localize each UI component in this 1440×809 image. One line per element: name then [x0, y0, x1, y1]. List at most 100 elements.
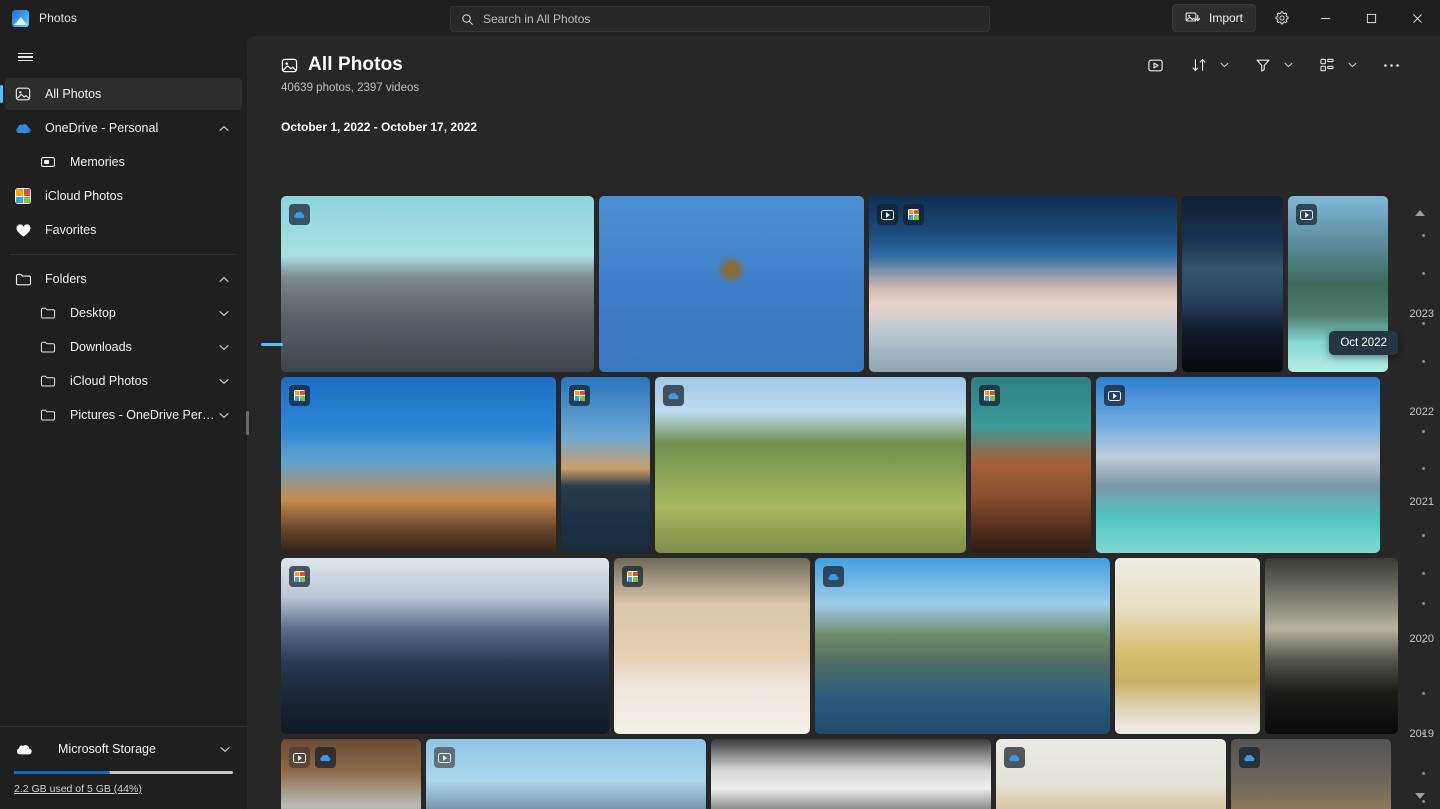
- sidebar-item-onedrive[interactable]: OneDrive - Personal: [5, 112, 242, 144]
- chevron-up-icon[interactable]: [216, 276, 232, 283]
- timeline-year-label[interactable]: 2019: [1400, 728, 1434, 740]
- chevron-up-icon[interactable]: [216, 125, 232, 132]
- filter-button[interactable]: [1248, 50, 1278, 80]
- photo-tile[interactable]: [869, 196, 1177, 372]
- timeline-thumb[interactable]: [261, 343, 283, 346]
- settings-button[interactable]: [1262, 0, 1302, 36]
- chevron-down-icon[interactable]: [216, 310, 232, 317]
- photo-tile[interactable]: [711, 739, 991, 809]
- photo-tile[interactable]: [614, 558, 810, 734]
- photo-thumbnail: [1182, 196, 1283, 372]
- photo-tile[interactable]: [1096, 377, 1380, 553]
- photo-tile[interactable]: [426, 739, 706, 809]
- all-photos-icon: [13, 84, 33, 104]
- timeline-year-label[interactable]: 2022: [1400, 406, 1434, 418]
- storage-header[interactable]: Microsoft Storage: [14, 739, 233, 759]
- photo-tile[interactable]: [1182, 196, 1283, 372]
- sort-arrows-icon: [1191, 57, 1207, 73]
- timeline-scrollbar[interactable]: 202320222021202020192018: [1400, 72, 1440, 809]
- photo-row: [281, 558, 1400, 734]
- onedrive-sync-badge-icon: [315, 747, 336, 768]
- sidebar-item-favorites[interactable]: Favorites: [5, 214, 242, 246]
- sort-button[interactable]: [1184, 50, 1214, 80]
- folder-icon: [38, 303, 58, 323]
- import-photos-icon: [1185, 10, 1201, 26]
- folder-icon: [38, 337, 58, 357]
- minimize-icon: [1320, 13, 1331, 24]
- close-button[interactable]: [1394, 0, 1440, 36]
- timeline-year-label[interactable]: 2023: [1400, 308, 1434, 320]
- slideshow-icon: [1147, 57, 1164, 74]
- sidebar-item-all-photos[interactable]: All Photos: [5, 78, 242, 110]
- sidebar-item-icloud-photos[interactable]: iCloud Photos: [5, 180, 242, 212]
- minimize-button[interactable]: [1302, 0, 1348, 36]
- slideshow-button[interactable]: [1140, 50, 1170, 80]
- sidebar-item-label: Favorites: [45, 223, 232, 237]
- photo-tile[interactable]: [561, 377, 650, 553]
- chevron-down-icon[interactable]: [216, 412, 232, 419]
- onedrive-sync-badge-icon: [663, 385, 684, 406]
- chevron-down-icon[interactable]: [216, 378, 232, 385]
- sidebar-item-folder-icloud-photos[interactable]: iCloud Photos: [5, 365, 242, 397]
- photo-thumbnail: [1096, 377, 1380, 553]
- view-chevron-down-icon[interactable]: [1342, 50, 1362, 80]
- import-button[interactable]: Import: [1172, 4, 1256, 32]
- photo-badges: [823, 566, 844, 587]
- timeline-tick-dot: [1422, 640, 1425, 643]
- photo-tile[interactable]: [281, 558, 609, 734]
- photo-tile[interactable]: [655, 377, 966, 553]
- view-layout-control: [1312, 50, 1362, 80]
- sidebar-item-pictures-onedrive[interactable]: Pictures - OneDrive Personal: [5, 399, 242, 431]
- view-layout-button[interactable]: [1312, 50, 1342, 80]
- photo-tile[interactable]: [281, 739, 421, 809]
- photos-logo-icon: [12, 10, 29, 27]
- search-input[interactable]: [483, 12, 979, 26]
- search-box[interactable]: [450, 6, 990, 32]
- page-title: All Photos: [308, 54, 403, 76]
- timeline-tick-dot: [1422, 534, 1425, 537]
- timeline-year-label[interactable]: 2020: [1400, 633, 1434, 645]
- photo-badges: [663, 385, 684, 406]
- chevron-down-icon[interactable]: [217, 746, 233, 753]
- sidebar-item-label: iCloud Photos: [70, 374, 216, 388]
- video-badge-icon: [1104, 385, 1125, 406]
- sort-chevron-down-icon[interactable]: [1214, 50, 1234, 80]
- photo-tile[interactable]: [1231, 739, 1391, 809]
- timeline-scroll-down-button[interactable]: [1400, 787, 1440, 805]
- timeline-year-label[interactable]: 2021: [1400, 496, 1434, 508]
- photo-badges: [979, 385, 1000, 406]
- timeline-scroll-up-button[interactable]: [1400, 204, 1440, 222]
- filter-control: [1248, 50, 1298, 80]
- video-badge-icon: [1296, 204, 1317, 225]
- photo-thumbnail: [599, 196, 864, 372]
- photo-tile[interactable]: [281, 377, 556, 553]
- photos-app-window: Photos Import: [0, 0, 1440, 809]
- sidebar-item-label: iCloud Photos: [45, 189, 232, 203]
- timeline-tick-dot: [1422, 800, 1425, 803]
- timeline-tick-dot: [1422, 572, 1425, 575]
- sidebar-item-folders[interactable]: Folders: [5, 263, 242, 295]
- sidebar-nav: All Photos OneDrive - Personal: [0, 78, 247, 726]
- photo-tile[interactable]: [971, 377, 1091, 553]
- chevron-down-icon[interactable]: [216, 344, 232, 351]
- import-button-label: Import: [1209, 11, 1243, 25]
- photo-tile[interactable]: [281, 196, 594, 372]
- photo-thumbnail: [281, 558, 609, 734]
- storage-usage-text[interactable]: 2.2 GB used of 5 GB (44%): [14, 783, 233, 795]
- timeline-tick-dot: [1422, 692, 1425, 695]
- hamburger-menu-icon[interactable]: [8, 41, 42, 73]
- photo-tile[interactable]: [599, 196, 864, 372]
- sidebar-item-desktop[interactable]: Desktop: [5, 297, 242, 329]
- photo-tile[interactable]: [1265, 558, 1398, 734]
- sidebar-item-downloads[interactable]: Downloads: [5, 331, 242, 363]
- chevron-up-icon: [1415, 210, 1425, 216]
- photo-tile[interactable]: [815, 558, 1110, 734]
- photo-tile[interactable]: [1115, 558, 1260, 734]
- sidebar-divider: [10, 254, 237, 255]
- sidebar-item-memories[interactable]: Memories: [5, 146, 242, 178]
- photo-tile[interactable]: [996, 739, 1226, 809]
- sidebar-resize-handle[interactable]: [244, 36, 250, 809]
- maximize-button[interactable]: [1348, 0, 1394, 36]
- filter-chevron-down-icon[interactable]: [1278, 50, 1298, 80]
- onedrive-sync-badge-icon: [1239, 747, 1260, 768]
